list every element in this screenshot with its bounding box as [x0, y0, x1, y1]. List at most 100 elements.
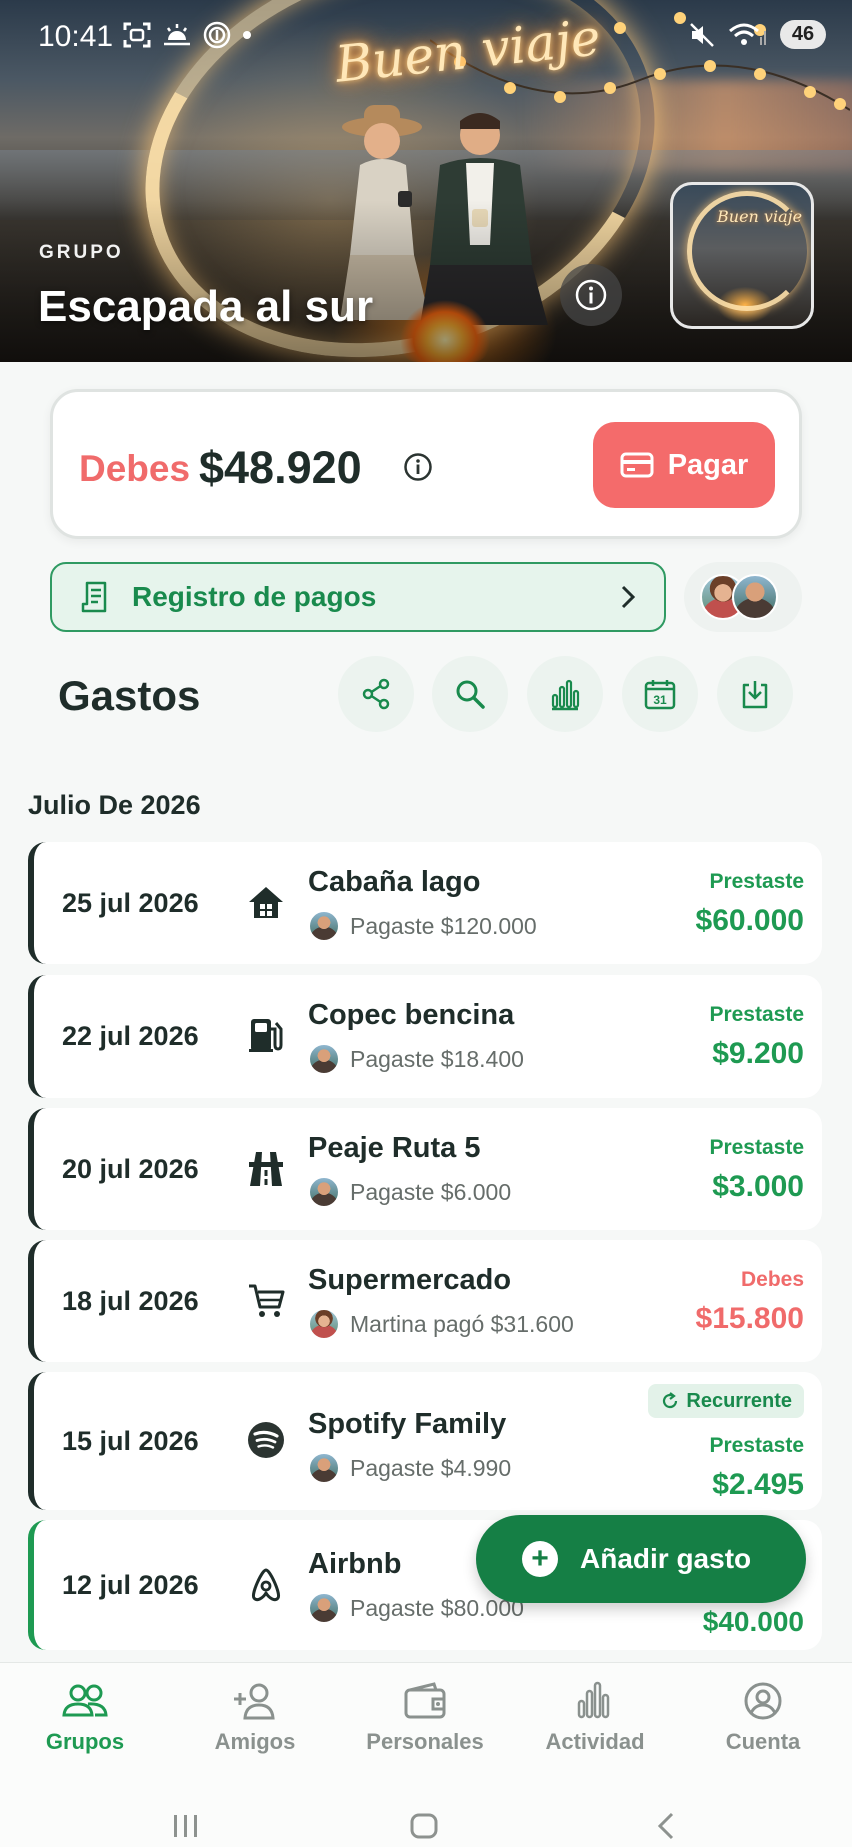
status-time: 10:41 [38, 20, 114, 53]
expense-title: Copec bencina [308, 999, 515, 1031]
member-avatar [732, 574, 778, 620]
add-expense-button[interactable]: + Añadir gasto [476, 1515, 806, 1603]
expense-payer-text: Martina pagó $31.600 [350, 1310, 574, 1337]
payer-avatar [308, 1043, 340, 1075]
balance-card: Debes $48.920 Pagar [50, 389, 802, 539]
groups-icon [62, 1684, 108, 1717]
recurring-badge: Recurrente [648, 1384, 804, 1418]
expense-title: Peaje Ruta 5 [308, 1132, 481, 1164]
expense-status: Prestaste [709, 1003, 804, 1026]
nav-account[interactable]: Cuenta [693, 1681, 833, 1755]
group-title: Escapada al sur [38, 282, 374, 331]
expense-payer: Pagaste $18.400 [308, 1043, 524, 1075]
expense-payer: Pagaste $6.000 [308, 1176, 511, 1208]
cart-icon [244, 1278, 288, 1322]
sunrise-icon [164, 24, 190, 46]
nav-groups[interactable]: Grupos [15, 1681, 155, 1755]
expense-date: 18 jul 2026 [62, 1286, 199, 1316]
expense-payer: Pagaste $120.000 [308, 910, 537, 942]
recent-apps-icon[interactable] [174, 1815, 197, 1837]
payments-log-button[interactable]: Registro de pagos [50, 562, 666, 632]
calendar-day: 31 [653, 693, 667, 707]
wifi-icon [729, 23, 766, 45]
pay-button[interactable]: Pagar [593, 422, 775, 508]
nav-groups-label: Grupos [45, 1729, 125, 1754]
recurring-label: Recurrente [686, 1389, 792, 1412]
home-icon[interactable] [410, 1813, 438, 1839]
mute-icon [690, 22, 714, 47]
payer-avatar [308, 910, 340, 942]
expenses-title: Gastos [58, 672, 201, 719]
expense-status: Debes [740, 1268, 804, 1291]
group-info-button[interactable] [560, 264, 622, 326]
expense-row[interactable]: 15 jul 2026 Spotify Family Pagaste $4.99… [28, 1372, 822, 1510]
nav-activity[interactable]: Actividad [525, 1681, 665, 1755]
nav-friends[interactable]: Amigos [185, 1681, 325, 1755]
dot-icon [243, 31, 251, 39]
add-expense-label: Añadir gasto [580, 1543, 752, 1574]
expense-row[interactable]: 20 jul 2026 Peaje Ruta 5 Pagaste $6.000 … [28, 1108, 822, 1230]
nav-friends-label: Amigos [214, 1729, 296, 1754]
house-icon [244, 880, 288, 924]
group-members-button[interactable] [684, 562, 802, 632]
road-icon [244, 1146, 288, 1190]
expense-date: 12 jul 2026 [62, 1570, 199, 1600]
expense-title: Spotify Family [308, 1408, 507, 1440]
expense-row[interactable]: 25 jul 2026 Cabaña lago Pagaste $120.000… [28, 842, 822, 964]
account-icon [744, 1682, 782, 1720]
expense-payer-text: Pagaste $80.000 [350, 1594, 524, 1621]
expense-amount: $40.000 [702, 1606, 804, 1637]
screenshot-icon [123, 22, 151, 48]
spotify-icon [244, 1418, 288, 1462]
expense-title: Airbnb [308, 1548, 402, 1580]
pay-button-label: Pagar [667, 448, 749, 481]
payer-avatar [308, 1176, 340, 1208]
expense-date: 20 jul 2026 [62, 1154, 199, 1184]
stats-button[interactable] [527, 656, 603, 732]
back-icon[interactable] [657, 1812, 674, 1840]
nav-personal[interactable]: Personales [355, 1681, 495, 1755]
expense-row[interactable]: 22 jul 2026 Copec bencina Pagaste $18.40… [28, 975, 822, 1098]
payer-avatar [308, 1592, 340, 1624]
balance-label: Debes [79, 448, 191, 489]
plus-icon: + [522, 1541, 558, 1577]
payer-avatar [308, 1308, 340, 1340]
expense-row[interactable]: 18 jul 2026 Supermercado Martina pagó $3… [28, 1240, 822, 1362]
system-navigation-bar [174, 1812, 674, 1840]
wallet-icon [404, 1682, 446, 1719]
stats-icon [551, 679, 580, 711]
month-heading: Julio De 2026 [28, 790, 201, 820]
expense-date: 22 jul 2026 [62, 1021, 199, 1051]
group-photo-thumbnail[interactable]: Buen viaje [670, 182, 814, 329]
nav-activity-label: Actividad [545, 1729, 645, 1754]
calendar-button[interactable]: 31 [622, 656, 698, 732]
expense-amount: $60.000 [695, 904, 804, 937]
expense-title: Supermercado [308, 1264, 512, 1296]
payer-avatar [308, 1452, 340, 1484]
balance-info-icon[interactable] [403, 452, 433, 482]
nav-personal-label: Personales [366, 1729, 484, 1754]
group-cover: Buen viaje 10:41 46 GRUPO Escapada al su… [0, 0, 852, 362]
calendar-icon: 31 [644, 680, 676, 710]
thumbnail-neon-sign: Buen viaje [717, 207, 803, 226]
fingerprint-icon [203, 21, 231, 49]
expense-amount: $3.000 [712, 1170, 804, 1203]
share-button[interactable] [338, 656, 414, 732]
nav-account-label: Cuenta [725, 1729, 801, 1754]
expense-payer-text: Pagaste $18.400 [350, 1045, 524, 1072]
expense-status: Prestaste [709, 870, 804, 893]
expense-amount: $2.495 [712, 1468, 804, 1501]
expense-payer-text: Pagaste $4.990 [350, 1454, 512, 1481]
expense-payer: Pagaste $80.000 [308, 1592, 524, 1624]
download-button[interactable] [717, 656, 793, 732]
chevron-right-icon [621, 585, 636, 609]
search-button[interactable] [432, 656, 508, 732]
battery-indicator: 46 [780, 20, 826, 49]
status-icons-left [122, 20, 252, 50]
refresh-icon [663, 1392, 678, 1409]
airbnb-icon [244, 1562, 288, 1606]
download-icon [742, 681, 768, 709]
expense-title: Cabaña lago [308, 866, 481, 898]
expense-status: Prestaste [709, 1136, 804, 1159]
balance-amount: $48.920 [199, 442, 362, 493]
